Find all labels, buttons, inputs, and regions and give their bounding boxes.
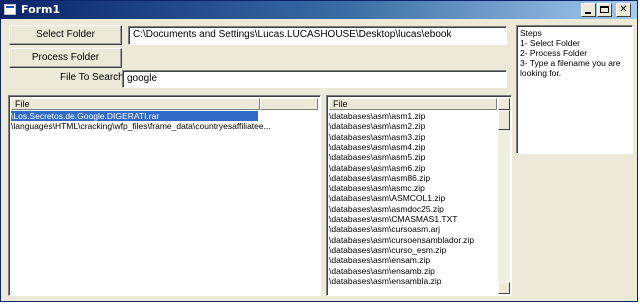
files-scrollbar[interactable] (498, 98, 510, 294)
files-list-item[interactable]: \databases\asm\cursoasm.arj (329, 224, 495, 234)
steps-textarea[interactable]: Steps 1- Select Folder 2- Process Folder 3-… (516, 25, 633, 154)
files-list-item[interactable]: \databases\asm\asm2.zip (329, 121, 495, 131)
process-folder-button[interactable]: Process Folder (9, 48, 122, 68)
folder-path-input[interactable]: C:\Documents and Settings\Lucas.LUCASHOU… (128, 26, 507, 45)
results-list-item[interactable]: \Los.Secretos.de.Google.DIGERATI.rar (11, 111, 258, 121)
files-list-item[interactable]: \databases\asm\asm1.zip (329, 111, 495, 121)
files-list-item[interactable]: \databases\asm\cursoensamblador.zip (329, 235, 495, 245)
steps-line: 3- Type a filename you are (520, 58, 621, 68)
files-list-item[interactable]: \databases\asm\ASMCOL1.zip (329, 193, 495, 203)
app-icon[interactable] (4, 4, 16, 15)
minimize-icon (585, 12, 591, 14)
select-folder-button[interactable]: Select Folder (9, 25, 122, 45)
results-empty-column-header[interactable] (260, 98, 318, 110)
steps-line: looking for. (520, 68, 562, 78)
files-list-item[interactable]: \databases\asm\asm4.zip (329, 142, 495, 152)
title-bar[interactable]: Form1 ✕ (1, 1, 637, 19)
steps-line: 1- Select Folder (520, 38, 580, 48)
files-list-item[interactable]: \databases\asm\CMASMAS1.TXT (329, 214, 495, 224)
scroll-down-button[interactable] (498, 282, 510, 294)
files-list-item[interactable]: \databases\asm\asm3.zip (329, 132, 495, 142)
files-list-item[interactable]: \databases\asm\asmdoc25.zip (329, 204, 495, 214)
steps-line: Steps (520, 28, 542, 38)
results-list[interactable]: File \Los.Secretos.de.Google.DIGERATI.ra… (8, 95, 321, 296)
files-list-item[interactable]: \databases\asm\asm86.zip (329, 173, 495, 183)
close-icon: ✕ (619, 4, 628, 15)
main-window: Form1 ✕ Select Folder Process Folder C:\… (0, 0, 638, 302)
maximize-button[interactable] (597, 3, 612, 17)
files-list-item[interactable]: \databases\asm\asm6.zip (329, 163, 495, 173)
close-button[interactable]: ✕ (616, 3, 631, 17)
window-title: Form1 (21, 3, 61, 16)
maximize-icon (600, 6, 609, 13)
minimize-button[interactable] (581, 3, 596, 17)
search-input[interactable]: google (122, 70, 507, 88)
files-list-item[interactable]: \databases\asm\asmc.zip (329, 183, 495, 193)
files-list-item[interactable]: \databases\asm\ensamb.zip (329, 266, 495, 276)
files-list[interactable]: File \databases\asm\asm1.zip \databases\a… (326, 95, 512, 296)
results-list-item[interactable]: \languages\HTML\cracking\wfp_files\frame… (11, 121, 316, 131)
files-file-column-header[interactable]: File (329, 98, 497, 110)
files-list-item[interactable]: \databases\asm\ensambla.zip (329, 276, 495, 286)
files-list-item[interactable]: \databases\asm\curso_esm.zip (329, 245, 495, 255)
scroll-thumb[interactable] (498, 110, 510, 130)
steps-line: 2- Process Folder (520, 48, 588, 58)
results-file-column-header[interactable]: File (11, 98, 260, 110)
files-list-item[interactable]: \databases\asm\ensam.zip (329, 255, 495, 265)
files-list-item[interactable]: \databases\asm\asm5.zip (329, 152, 495, 162)
scroll-up-button[interactable] (498, 98, 510, 110)
